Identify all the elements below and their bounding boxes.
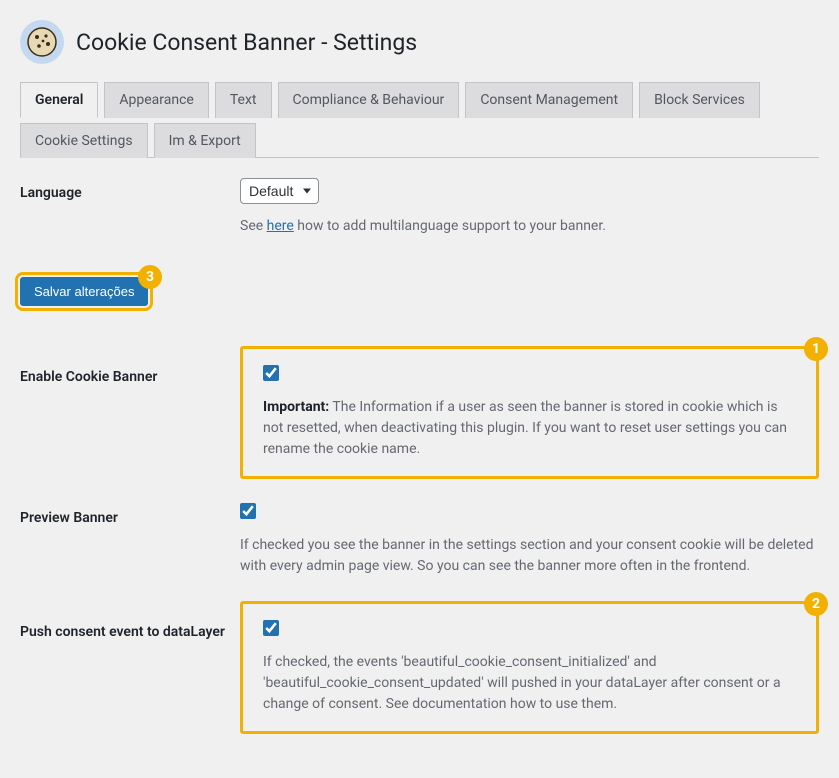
page-header: Cookie Consent Banner - Settings: [20, 20, 819, 64]
save-button[interactable]: Salvar alterações: [20, 277, 148, 306]
cookie-logo-icon: [20, 20, 64, 64]
enable-cookie-banner-description: Important: The Information if a user as …: [263, 397, 796, 460]
row-preview-banner: Preview Banner If checked you see the ba…: [20, 503, 819, 577]
label-push-consent: Push consent event to dataLayer: [20, 601, 240, 643]
label-enable-cookie-banner: Enable Cookie Banner: [20, 346, 240, 388]
tabs-nav: General Appearance Text Compliance & Beh…: [20, 82, 819, 158]
tab-block-services[interactable]: Block Services: [639, 82, 760, 118]
highlight-box-2: 2 If checked, the events 'beautiful_cook…: [240, 601, 819, 734]
tab-im-export[interactable]: Im & Export: [154, 123, 256, 158]
tab-appearance[interactable]: Appearance: [104, 82, 208, 118]
row-push-consent: Push consent event to dataLayer 2 If che…: [20, 601, 819, 734]
tab-compliance[interactable]: Compliance & Behaviour: [278, 82, 460, 118]
tab-consent-management[interactable]: Consent Management: [465, 82, 633, 118]
tab-cookie-settings[interactable]: Cookie Settings: [20, 123, 148, 158]
row-enable-cookie-banner: Enable Cookie Banner 1 Important: The In…: [20, 346, 819, 479]
label-language: Language: [20, 178, 240, 204]
annotation-badge-1: 1: [804, 337, 828, 361]
enable-cookie-banner-checkbox[interactable]: [263, 365, 279, 381]
page-title: Cookie Consent Banner - Settings: [76, 29, 417, 56]
tab-text[interactable]: Text: [215, 82, 272, 118]
annotation-badge-2: 2: [804, 592, 828, 616]
row-language: Language Default See here how to add mul…: [20, 178, 819, 237]
language-help-link[interactable]: here: [267, 218, 294, 234]
annotation-badge-3: 3: [138, 265, 162, 289]
highlight-box-1: 1 Important: The Information if a user a…: [240, 346, 819, 479]
label-preview-banner: Preview Banner: [20, 503, 240, 529]
preview-banner-description: If checked you see the banner in the set…: [240, 535, 819, 577]
language-description: See here how to add multilanguage suppor…: [240, 216, 819, 237]
language-select[interactable]: Default: [240, 178, 319, 204]
tab-general[interactable]: General: [20, 82, 98, 118]
push-consent-checkbox[interactable]: [263, 620, 279, 636]
preview-banner-checkbox[interactable]: [240, 503, 256, 519]
save-row: Salvar alterações 3: [20, 277, 819, 306]
push-consent-description: If checked, the events 'beautiful_cookie…: [263, 652, 796, 715]
